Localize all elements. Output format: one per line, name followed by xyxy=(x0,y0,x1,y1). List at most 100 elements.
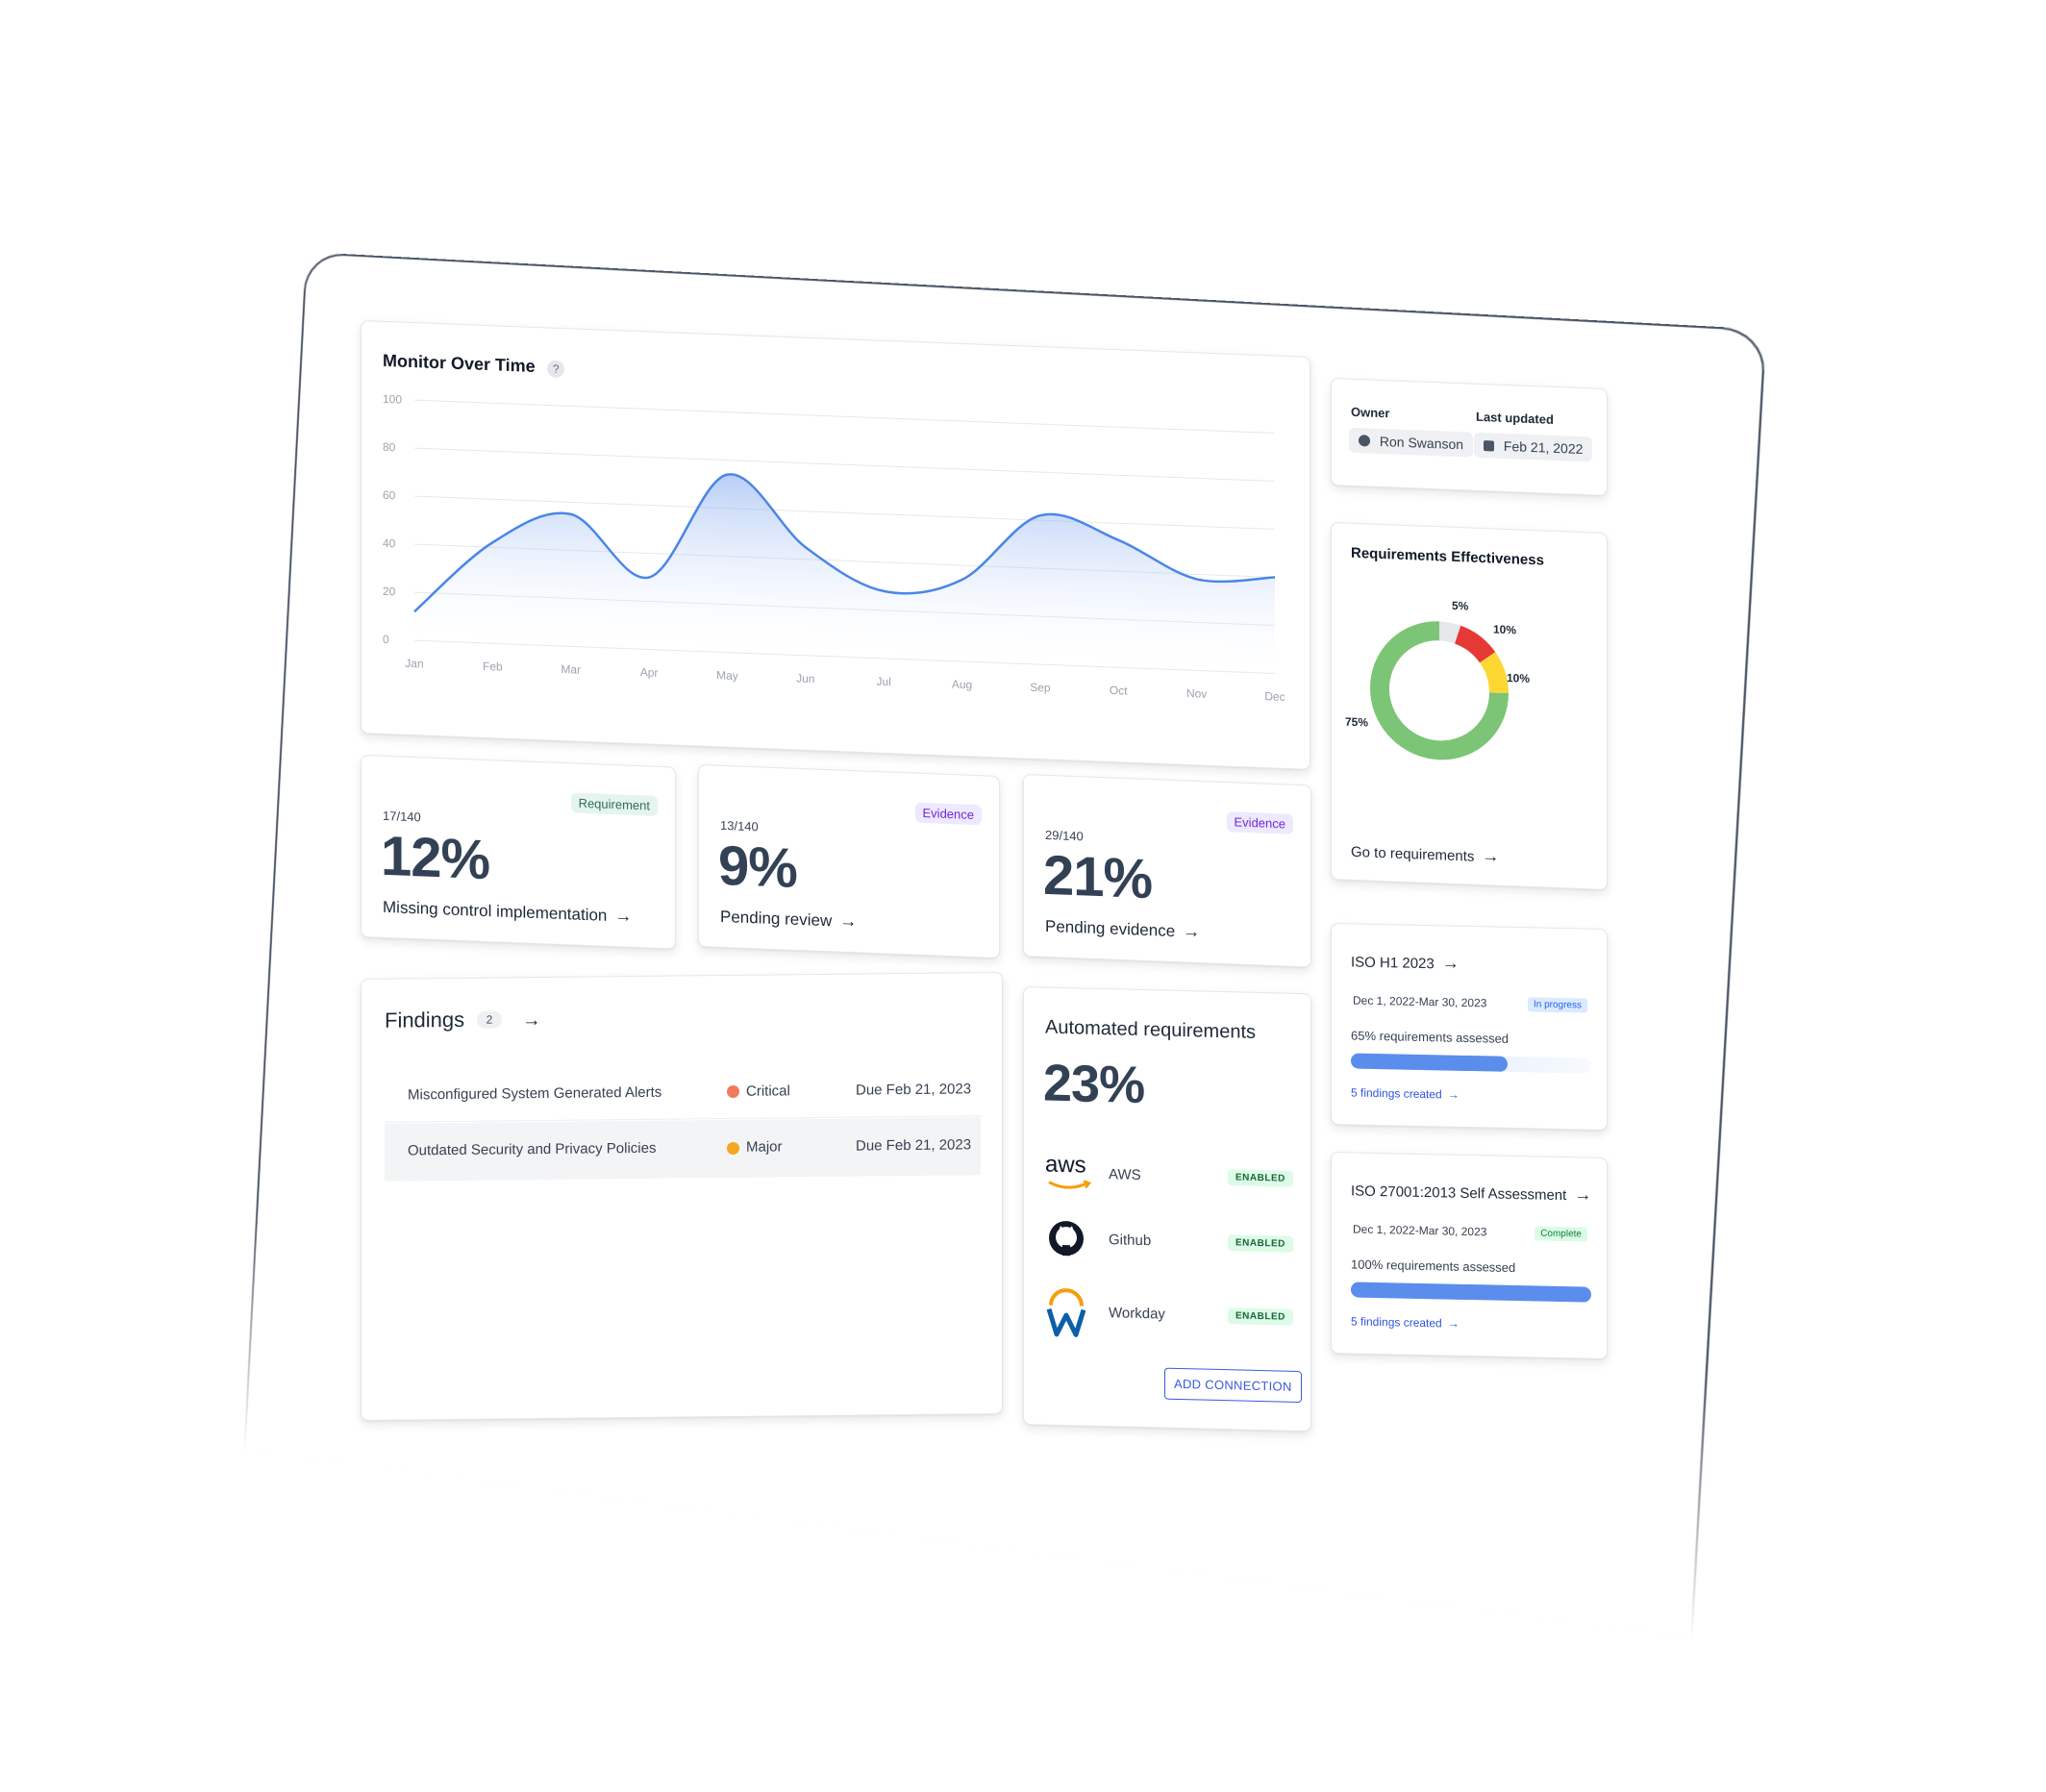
finding-severity: Critical xyxy=(746,1083,790,1099)
arrow-right-icon: → xyxy=(1482,846,1499,866)
owner-label: Owner xyxy=(1351,405,1389,421)
x-tick-label: Sep xyxy=(1030,681,1051,695)
audit-findings-link[interactable]: 5 findings created → xyxy=(1351,1085,1460,1101)
owner-chip[interactable]: Ron Swanson xyxy=(1349,428,1473,458)
audit-dates: Dec 1, 2022-Mar 30, 2023 xyxy=(1353,1222,1486,1238)
stat-badge: Evidence xyxy=(915,803,982,826)
finding-row[interactable]: Misconfigured System Generated Alerts Cr… xyxy=(385,1061,981,1122)
last-updated-date: Feb 21, 2022 xyxy=(1504,438,1584,457)
stat-badge: Evidence xyxy=(1227,811,1293,834)
stat-percentage: 21% xyxy=(1043,843,1152,911)
y-tick-label: 100 xyxy=(383,392,402,407)
audit-dates: Dec 1, 2022-Mar 30, 2023 xyxy=(1353,993,1486,1009)
arrow-right-icon: → xyxy=(522,1009,541,1031)
audit-status-badge: In progress xyxy=(1528,997,1587,1012)
stat-card-missing-control[interactable]: Requirement 17/140 12% Missing control i… xyxy=(361,755,676,950)
monitor-chart-card: Monitor Over Time ? 100 80 60 40 20 0 Jan Feb Ma… xyxy=(361,320,1310,770)
donut-segment xyxy=(1439,631,1458,635)
workday-logo-icon xyxy=(1045,1286,1087,1339)
y-tick-label: 80 xyxy=(383,440,396,455)
x-tick-label: Jul xyxy=(877,675,891,689)
series-area xyxy=(414,462,1275,674)
monitor-chart: 100 80 60 40 20 0 Jan Feb Mar Apr May Jun Jul Aug Sep O… xyxy=(362,321,1311,771)
audit-card-iso-h1[interactable]: ISO H1 2023 → Dec 1, 2022-Mar 30, 2023 In… xyxy=(1331,923,1608,1131)
donut-label: 5% xyxy=(1452,599,1469,613)
findings-count: 2 xyxy=(477,1010,503,1028)
audit-title[interactable]: ISO 27001:2013 Self Assessment → xyxy=(1351,1180,1591,1205)
stat-link[interactable]: Pending evidence → xyxy=(1045,916,1200,942)
audit-progress-fill xyxy=(1351,1282,1591,1302)
audit-findings-link[interactable]: 5 findings created → xyxy=(1351,1314,1460,1330)
grid-line xyxy=(414,448,1275,481)
stat-link[interactable]: Pending review → xyxy=(720,907,857,932)
findings-header[interactable]: Findings 2 → xyxy=(385,1007,541,1033)
donut-label: 10% xyxy=(1507,671,1530,685)
finding-due: Due Feb 21, 2023 xyxy=(856,1081,971,1098)
stat-fraction: 17/140 xyxy=(383,809,421,825)
audit-progress-bar xyxy=(1351,1053,1591,1073)
x-tick-label: Mar xyxy=(561,662,581,677)
effectiveness-card: Requirements Effectiveness 5% 10% 10% 75% G… xyxy=(1331,522,1608,890)
grid-line xyxy=(414,400,1275,433)
arrow-right-icon: → xyxy=(839,911,857,932)
enabled-badge: ENABLED xyxy=(1228,1307,1293,1326)
stat-percentage: 12% xyxy=(381,824,489,892)
add-connection-button[interactable]: ADD CONNECTION xyxy=(1164,1368,1302,1403)
findings-card: Findings 2 → Misconfigured System Genera… xyxy=(361,972,1003,1421)
findings-title: Findings xyxy=(385,1008,464,1033)
arrow-right-icon: → xyxy=(614,906,632,926)
stat-fraction: 13/140 xyxy=(720,818,759,834)
y-tick-label: 40 xyxy=(383,536,396,551)
aws-logo-icon: aws xyxy=(1045,1152,1091,1195)
audit-card-iso-27001[interactable]: ISO 27001:2013 Self Assessment → Dec 1, 2… xyxy=(1331,1152,1608,1359)
last-updated-label: Last updated xyxy=(1476,410,1554,427)
integration-row-aws: aws AWS ENABLED xyxy=(1045,1152,1295,1206)
donut-label: 75% xyxy=(1345,715,1368,730)
automated-title: Automated requirements xyxy=(1045,1017,1256,1044)
stat-card-pending-evidence[interactable]: Evidence 29/140 21% Pending evidence → xyxy=(1023,774,1311,968)
x-tick-label: Nov xyxy=(1186,686,1207,701)
finding-severity: Major xyxy=(746,1138,783,1155)
github-logo-icon xyxy=(1047,1219,1085,1258)
effectiveness-donut: 5% 10% 10% 75% xyxy=(1332,571,1609,851)
major-dot-icon xyxy=(727,1142,739,1155)
owner-card: Owner Ron Swanson Last updated Feb 21, 2… xyxy=(1331,378,1608,496)
donut-segment xyxy=(1458,635,1487,658)
finding-name: Outdated Security and Privacy Policies xyxy=(408,1140,656,1159)
stat-card-pending-review[interactable]: Evidence 13/140 9% Pending review → xyxy=(698,764,1000,958)
audit-progress-fill xyxy=(1351,1053,1508,1071)
enabled-badge: ENABLED xyxy=(1228,1234,1293,1253)
y-tick-label: 60 xyxy=(383,488,396,503)
arrow-right-icon: → xyxy=(1448,1317,1460,1331)
integration-name: Workday xyxy=(1109,1305,1165,1322)
integration-row-workday: Workday ENABLED xyxy=(1045,1286,1295,1346)
critical-dot-icon xyxy=(727,1085,739,1098)
audit-title[interactable]: ISO H1 2023 → xyxy=(1351,951,1460,973)
finding-name: Misconfigured System Generated Alerts xyxy=(408,1084,661,1104)
donut-label: 10% xyxy=(1493,622,1516,636)
x-tick-label: May xyxy=(716,668,738,683)
donut-segment xyxy=(1487,658,1499,693)
x-tick-label: Dec xyxy=(1264,689,1285,704)
x-tick-label: Oct xyxy=(1110,684,1128,698)
y-tick-label: 20 xyxy=(383,585,396,599)
finding-due: Due Feb 21, 2023 xyxy=(856,1136,971,1154)
x-tick-label: Apr xyxy=(640,665,659,680)
integration-name: Github xyxy=(1109,1232,1151,1249)
x-tick-label: Feb xyxy=(483,660,503,674)
user-icon xyxy=(1359,435,1370,446)
integration-name: AWS xyxy=(1109,1166,1141,1183)
effectiveness-title: Requirements Effectiveness xyxy=(1351,545,1544,569)
finding-row[interactable]: Outdated Security and Privacy Policies M… xyxy=(385,1117,981,1181)
stat-badge: Requirement xyxy=(571,792,658,815)
arrow-right-icon: → xyxy=(1183,921,1200,941)
stat-fraction: 29/140 xyxy=(1045,828,1084,844)
y-tick-label: 0 xyxy=(383,633,389,646)
x-tick-label: Jun xyxy=(796,671,814,685)
x-tick-label: Jan xyxy=(405,657,423,671)
automated-requirements-card: Automated requirements 23% aws AWS ENABL… xyxy=(1023,986,1311,1431)
arrow-right-icon: → xyxy=(1574,1184,1591,1204)
dashboard-scene: Monitor Over Time ? 100 80 60 40 20 0 Jan Feb Ma… xyxy=(0,0,2046,1792)
x-tick-label: Aug xyxy=(952,678,972,692)
stat-link[interactable]: Missing control implementation → xyxy=(383,897,632,927)
